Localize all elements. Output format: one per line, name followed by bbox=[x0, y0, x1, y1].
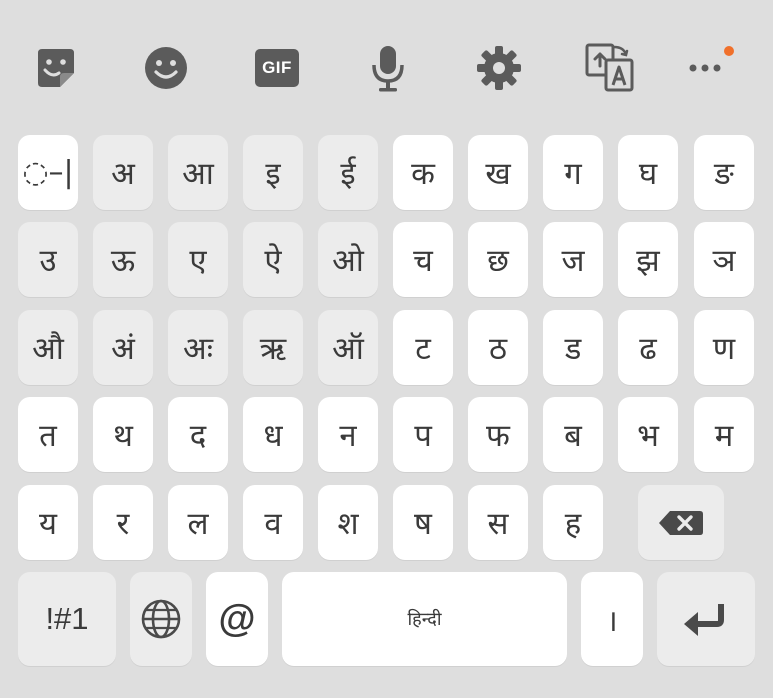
key-ca[interactable]: च bbox=[393, 222, 453, 297]
danda-key[interactable]: । bbox=[581, 572, 643, 666]
key-jha[interactable]: झ bbox=[618, 222, 678, 297]
key-nna[interactable]: ण bbox=[694, 310, 754, 385]
key-dha[interactable]: ध bbox=[243, 397, 303, 472]
key-ii[interactable]: ई bbox=[318, 135, 378, 210]
key-ra[interactable]: र bbox=[93, 485, 153, 560]
backspace-icon bbox=[659, 510, 703, 535]
globe-icon bbox=[141, 599, 181, 639]
gif-icon[interactable]: GIF bbox=[249, 40, 305, 96]
sticker-icon[interactable] bbox=[28, 40, 84, 96]
key-dda[interactable]: ड bbox=[543, 310, 603, 385]
enter-icon bbox=[684, 604, 724, 636]
key-ya[interactable]: य bbox=[18, 485, 78, 560]
key-ka[interactable]: क bbox=[393, 135, 453, 210]
key-ttha[interactable]: ठ bbox=[468, 310, 528, 385]
key-ha[interactable]: ह bbox=[543, 485, 603, 560]
settings-icon[interactable] bbox=[471, 40, 527, 96]
gif-label: GIF bbox=[255, 49, 299, 87]
symbols-key[interactable]: !#1 bbox=[18, 572, 116, 666]
key-da[interactable]: द bbox=[168, 397, 228, 472]
key-a[interactable]: अ bbox=[93, 135, 153, 210]
space-key[interactable]: हिन्दी bbox=[282, 572, 567, 666]
key-e[interactable]: ए bbox=[168, 222, 228, 297]
key-u[interactable]: उ bbox=[18, 222, 78, 297]
key-bha[interactable]: भ bbox=[618, 397, 678, 472]
more-icon[interactable] bbox=[679, 40, 735, 96]
key-ta[interactable]: त bbox=[18, 397, 78, 472]
enter-key[interactable] bbox=[657, 572, 755, 666]
key-ri[interactable]: ऋ bbox=[243, 310, 303, 385]
keyboard: GIF ◌–| अ आ इ ई क ख ग घ ङ उ ऊ ए ऐ ओ च छ … bbox=[0, 0, 773, 698]
key-am[interactable]: अं bbox=[93, 310, 153, 385]
key-ja[interactable]: ज bbox=[543, 222, 603, 297]
key-ddha[interactable]: ढ bbox=[618, 310, 678, 385]
key-i[interactable]: इ bbox=[243, 135, 303, 210]
key-uu[interactable]: ऊ bbox=[93, 222, 153, 297]
key-ma[interactable]: म bbox=[694, 397, 754, 472]
key-ah[interactable]: अः bbox=[168, 310, 228, 385]
key-ba[interactable]: ब bbox=[543, 397, 603, 472]
translate-icon[interactable] bbox=[582, 40, 638, 96]
key-candra-o[interactable]: ऑ bbox=[318, 310, 378, 385]
key-au[interactable]: औ bbox=[18, 310, 78, 385]
key-sa[interactable]: स bbox=[468, 485, 528, 560]
key-aa[interactable]: आ bbox=[168, 135, 228, 210]
backspace-key[interactable] bbox=[638, 485, 724, 560]
key-ai[interactable]: ऐ bbox=[243, 222, 303, 297]
key-vowel-sign[interactable]: ◌–| bbox=[18, 135, 78, 210]
key-va[interactable]: व bbox=[243, 485, 303, 560]
key-pha[interactable]: फ bbox=[468, 397, 528, 472]
mic-icon[interactable] bbox=[360, 40, 416, 96]
key-la[interactable]: ल bbox=[168, 485, 228, 560]
key-tha[interactable]: थ bbox=[93, 397, 153, 472]
key-cha[interactable]: छ bbox=[468, 222, 528, 297]
key-ga[interactable]: ग bbox=[543, 135, 603, 210]
notification-dot bbox=[724, 46, 734, 56]
key-sha[interactable]: श bbox=[318, 485, 378, 560]
key-o[interactable]: ओ bbox=[318, 222, 378, 297]
key-gha[interactable]: घ bbox=[618, 135, 678, 210]
keyboard-toolbar: GIF bbox=[0, 0, 773, 130]
at-key[interactable]: @ bbox=[206, 572, 268, 666]
key-pa[interactable]: प bbox=[393, 397, 453, 472]
key-tta[interactable]: ट bbox=[393, 310, 453, 385]
key-ssa[interactable]: ष bbox=[393, 485, 453, 560]
language-key[interactable] bbox=[130, 572, 192, 666]
key-na[interactable]: न bbox=[318, 397, 378, 472]
key-kha[interactable]: ख bbox=[468, 135, 528, 210]
key-nga[interactable]: ङ bbox=[694, 135, 754, 210]
key-nya[interactable]: ञ bbox=[694, 222, 754, 297]
emoji-icon[interactable] bbox=[138, 40, 194, 96]
